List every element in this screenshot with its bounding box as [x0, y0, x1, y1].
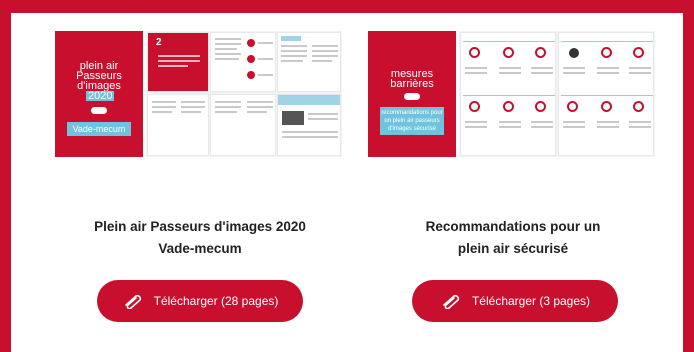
document-card-vade-mecum: plein air Passeurs d'images 2020 Vade-me… [55, 31, 345, 322]
inner-page [558, 32, 654, 156]
inner-page [277, 94, 341, 156]
cloud-icon [91, 107, 107, 114]
download-button[interactable]: Télécharger (3 pages) [412, 280, 618, 322]
inner-page [210, 32, 276, 92]
document-card-recommandations: mesures barrières recommandations pour u… [368, 31, 658, 322]
inner-page [147, 94, 209, 156]
cover-band: Vade-mecum [67, 122, 131, 136]
document-title: Plein air Passeurs d'images 2020 Vade-me… [55, 216, 345, 260]
inner-page: 2 [147, 32, 209, 92]
document-cover: plein air Passeurs d'images 2020 Vade-me… [55, 31, 143, 157]
cover-title-line: barrières [390, 78, 434, 90]
document-title: Recommandations pour un plein air sécuri… [368, 216, 658, 260]
cover-title-line: 2020 [86, 90, 115, 102]
paperclip-icon [122, 293, 144, 310]
download-button[interactable]: Télécharger (28 pages) [97, 280, 303, 322]
document-title-line: Recommandations pour un [425, 219, 601, 234]
inner-page [277, 32, 341, 92]
document-title-line: Vade-mecum [158, 241, 242, 256]
document-inner-pages [459, 31, 655, 157]
document-inner-pages: 2 [146, 31, 342, 157]
document-cover: mesures barrières recommandations pour u… [368, 31, 456, 157]
page-number: 2 [156, 37, 162, 48]
document-title-line: plein air sécurisé [457, 241, 569, 256]
cloud-icon [404, 93, 420, 100]
download-button-label: Télécharger (3 pages) [471, 294, 591, 308]
paperclip-icon [440, 293, 462, 310]
inner-page [460, 32, 556, 156]
document-title-line: Plein air Passeurs d'images 2020 [94, 219, 306, 234]
document-preview[interactable]: plein air Passeurs d'images 2020 Vade-me… [55, 31, 345, 157]
inner-page [210, 94, 276, 156]
cover-band: recommandations pour un plein air passeu… [380, 107, 444, 135]
document-preview[interactable]: mesures barrières recommandations pour u… [368, 31, 658, 157]
download-button-label: Télécharger (28 pages) [153, 294, 279, 308]
